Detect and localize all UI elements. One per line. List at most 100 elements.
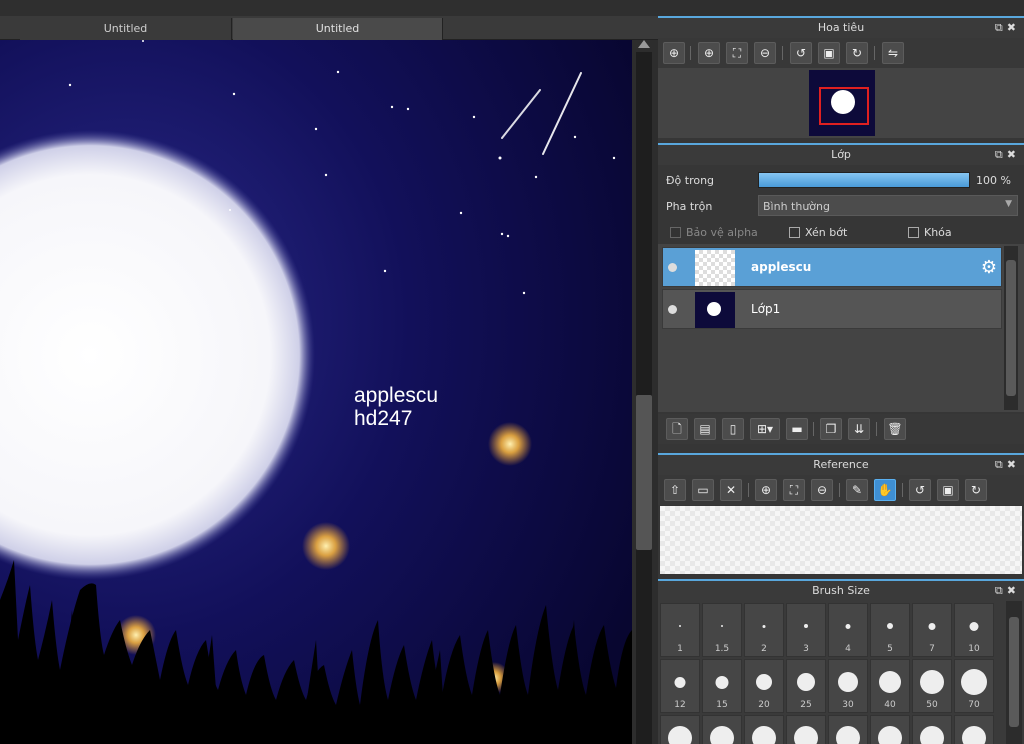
zoom-fit-icon[interactable]: ⊕ bbox=[663, 42, 685, 64]
scroll-thumb[interactable] bbox=[636, 395, 652, 550]
drawing-canvas[interactable]: applescu hd247 bbox=[0, 40, 632, 744]
brush-size-cell[interactable]: 7 bbox=[912, 603, 952, 657]
brush-size-cell[interactable] bbox=[786, 715, 826, 744]
layer-item-applescu[interactable]: applescu ⚙ bbox=[662, 247, 1002, 287]
opacity-fill bbox=[759, 173, 969, 187]
brush-size-cell[interactable]: 10 bbox=[954, 603, 994, 657]
brush-size-label: 10 bbox=[968, 644, 980, 654]
zoom-in-icon[interactable]: ⊕ bbox=[755, 479, 777, 501]
rotate-left-icon[interactable]: ↺ bbox=[790, 42, 812, 64]
layer-list-scrollbar[interactable] bbox=[1004, 246, 1018, 410]
panel-controls[interactable]: ⧉✖ bbox=[995, 18, 1020, 38]
open-folder-icon[interactable]: ▭ bbox=[692, 479, 714, 501]
close-icon[interactable]: ✕ bbox=[720, 479, 742, 501]
brush-size-cell[interactable]: 1 bbox=[660, 603, 700, 657]
chevron-down-icon: ▼ bbox=[1005, 199, 1012, 209]
rotate-left-icon[interactable]: ↺ bbox=[909, 479, 931, 501]
tab-untitled-2[interactable]: Untitled bbox=[233, 18, 443, 40]
brush-size-cell[interactable]: 20 bbox=[744, 659, 784, 713]
brush-size-cell[interactable]: 25 bbox=[786, 659, 826, 713]
brush-size-cell[interactable] bbox=[702, 715, 742, 744]
brush-size-cell[interactable] bbox=[828, 715, 868, 744]
canvas-vertical-scrollbar[interactable] bbox=[632, 40, 658, 744]
brush-size-label: 1.5 bbox=[714, 644, 730, 654]
add-layer-menu-icon[interactable]: ⊞▾ bbox=[750, 418, 780, 440]
reference-header: Reference ⧉✖ bbox=[658, 453, 1024, 475]
new-text-layer-icon[interactable]: ▯ bbox=[722, 418, 744, 440]
artwork: applescu hd247 bbox=[0, 40, 632, 744]
brush-size-cell[interactable]: 40 bbox=[870, 659, 910, 713]
flip-icon[interactable]: ⇋ bbox=[882, 42, 904, 64]
blend-mode-select[interactable]: Bình thường ▼ bbox=[758, 195, 1018, 216]
navigator-thumbnail[interactable] bbox=[809, 70, 875, 136]
layer-item-lop1[interactable]: Lớp1 bbox=[662, 289, 1002, 329]
blend-label: Pha trộn bbox=[666, 200, 713, 213]
brush-size-cell[interactable]: 4 bbox=[828, 603, 868, 657]
new-raster-layer-icon[interactable]: ▤ bbox=[694, 418, 716, 440]
tab-untitled-1[interactable]: Untitled bbox=[20, 18, 232, 40]
brush-dot bbox=[794, 726, 818, 744]
clipping-checkbox[interactable] bbox=[789, 227, 800, 238]
brush-size-cell[interactable]: 1.5 bbox=[702, 603, 742, 657]
actual-size-icon[interactable]: ▣ bbox=[937, 479, 959, 501]
brush-dot bbox=[797, 673, 815, 691]
brush-size-cell[interactable] bbox=[954, 715, 994, 744]
brush-size-cell[interactable] bbox=[744, 715, 784, 744]
new-layer-icon[interactable]: 🗋 bbox=[666, 418, 688, 440]
brush-size-cell[interactable]: 15 bbox=[702, 659, 742, 713]
brush-dot bbox=[928, 622, 936, 630]
brush-dot bbox=[879, 671, 901, 693]
panel-controls[interactable]: ⧉✖ bbox=[995, 145, 1020, 165]
zoom-in-icon[interactable]: ⊕ bbox=[698, 42, 720, 64]
delete-layer-icon[interactable]: 🗑 bbox=[884, 418, 906, 440]
opacity-label: Độ trong bbox=[666, 174, 715, 187]
layers-header: Lớp ⧉✖ bbox=[658, 143, 1024, 165]
eye-icon[interactable] bbox=[668, 305, 677, 314]
brush-size-cell[interactable]: 12 bbox=[660, 659, 700, 713]
brush-size-cell[interactable]: 5 bbox=[870, 603, 910, 657]
brush-size-cell[interactable]: 2 bbox=[744, 603, 784, 657]
brush-size-cell[interactable]: 30 bbox=[828, 659, 868, 713]
brush-size-cell[interactable] bbox=[660, 715, 700, 744]
brush-dot bbox=[715, 675, 729, 689]
brush-size-cell[interactable] bbox=[870, 715, 910, 744]
fit-screen-icon[interactable]: ⛶ bbox=[726, 42, 748, 64]
eyedropper-icon[interactable]: ✎ bbox=[846, 479, 868, 501]
folder-icon[interactable]: ▬ bbox=[786, 418, 808, 440]
brush-size-title: Brush Size bbox=[812, 584, 870, 597]
opacity-slider[interactable] bbox=[758, 172, 970, 188]
brush-size-label: 50 bbox=[926, 700, 938, 710]
brush-size-label: 1 bbox=[677, 644, 683, 654]
panel-controls[interactable]: ⧉✖ bbox=[995, 455, 1020, 475]
navigator-preview bbox=[658, 68, 1024, 138]
scroll-up-arrow[interactable] bbox=[638, 40, 650, 48]
brush-dot bbox=[838, 672, 858, 692]
brush-size-cell[interactable] bbox=[912, 715, 952, 744]
navigator-viewport-rect[interactable] bbox=[819, 87, 869, 125]
brush-size-scrollbar[interactable] bbox=[1006, 601, 1022, 744]
brush-size-cell[interactable]: 70 bbox=[954, 659, 994, 713]
rotate-right-icon[interactable]: ↻ bbox=[846, 42, 868, 64]
hand-icon[interactable]: ✋ bbox=[874, 479, 896, 501]
lock-checkbox[interactable] bbox=[908, 227, 919, 238]
brush-size-cell[interactable]: 3 bbox=[786, 603, 826, 657]
merge-layer-icon[interactable]: ⇊ bbox=[848, 418, 870, 440]
brush-dot bbox=[878, 726, 902, 744]
fit-screen-icon[interactable]: ⛶ bbox=[783, 479, 805, 501]
canvas-text-line1: applescu bbox=[354, 384, 438, 407]
gear-icon[interactable]: ⚙ bbox=[981, 257, 997, 278]
rotate-right-icon[interactable]: ↻ bbox=[965, 479, 987, 501]
layers-title: Lớp bbox=[831, 148, 851, 161]
upload-icon[interactable]: ⇧ bbox=[664, 479, 686, 501]
protect-alpha-checkbox[interactable] bbox=[670, 227, 681, 238]
duplicate-layer-icon[interactable]: ❐ bbox=[820, 418, 842, 440]
layer-thumbnail bbox=[695, 250, 735, 286]
actual-size-icon[interactable]: ▣ bbox=[818, 42, 840, 64]
brush-size-cell[interactable]: 50 bbox=[912, 659, 952, 713]
zoom-out-icon[interactable]: ⊖ bbox=[754, 42, 776, 64]
eye-icon[interactable] bbox=[668, 263, 677, 272]
panel-controls[interactable]: ⧉✖ bbox=[995, 581, 1020, 601]
zoom-out-icon[interactable]: ⊖ bbox=[811, 479, 833, 501]
reference-canvas[interactable] bbox=[660, 506, 1022, 574]
reference-title: Reference bbox=[813, 458, 869, 471]
